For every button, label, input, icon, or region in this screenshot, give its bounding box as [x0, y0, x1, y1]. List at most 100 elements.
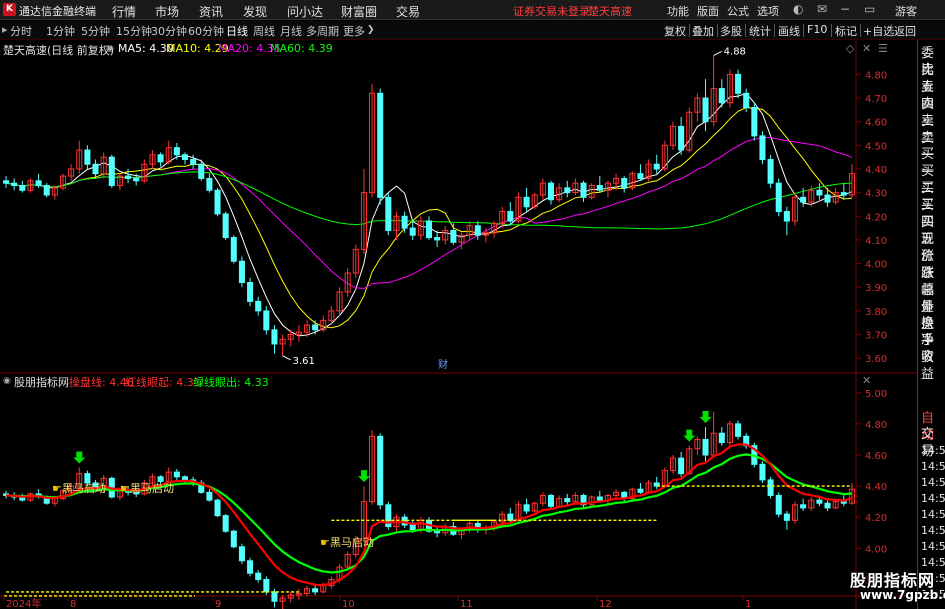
candle-down: [181, 154, 189, 161]
candle-down: [816, 189, 823, 196]
candle-down: [450, 229, 457, 243]
menu-news[interactable]: 资讯: [199, 3, 223, 20]
candle-down: [474, 225, 481, 236]
candle-down: [678, 125, 685, 151]
candle-down: [507, 211, 514, 222]
candle-down: [564, 187, 571, 194]
period-tab-more[interactable]: 更多: [343, 23, 365, 39]
candle-down: [214, 189, 221, 215]
y-tick-label: 3.80: [865, 307, 887, 318]
sub-candle-down: [409, 524, 416, 531]
tool-separator: [831, 24, 832, 37]
candle-down: [43, 185, 50, 196]
candle-down: [759, 135, 766, 161]
period-tab-5min[interactable]: 5分钟: [81, 23, 110, 39]
sub-candle-down: [596, 496, 603, 501]
candle-down: [222, 213, 229, 239]
menu-wealth[interactable]: 财富圈: [341, 3, 377, 20]
period-tab-1min[interactable]: 1分钟: [46, 23, 75, 39]
sub-candle-down: [824, 502, 831, 509]
candle-down: [735, 73, 742, 94]
tool-mark[interactable]: 标记: [835, 23, 857, 39]
menu-function[interactable]: 功能: [667, 3, 689, 19]
sub-candle-down: [181, 476, 189, 481]
menu-formula[interactable]: 公式: [727, 3, 749, 19]
menu-quotes[interactable]: 行情: [112, 3, 136, 20]
price-chart[interactable]: ☛ 黑马启动 ☛ 黑马启动☛ 黑马启动 4.804.704.604.504.404.30…: [0, 40, 917, 609]
candle-down: [751, 106, 758, 137]
sub-candle-down: [702, 438, 709, 456]
side-tick-time[interactable]: 14:56: [921, 442, 945, 459]
candle-down: [425, 220, 433, 239]
candle-down: [702, 97, 709, 123]
menu-market[interactable]: 市场: [155, 3, 179, 20]
period-tab-intraday[interactable]: 分时: [10, 23, 32, 39]
period-tab-30min[interactable]: 30分钟: [151, 23, 187, 39]
sub-candle-down: [255, 572, 262, 580]
menu-options[interactable]: 选项: [757, 3, 779, 19]
y-tick-label: 3.70: [865, 331, 887, 342]
period-arrow-icon[interactable]: ▸: [2, 23, 8, 36]
guest-login[interactable]: 游客: [895, 3, 917, 19]
candle-down: [190, 159, 197, 165]
side-tick-time[interactable]: 14:56: [921, 522, 945, 539]
tool-multistock[interactable]: 多股: [720, 23, 742, 39]
tool-add-watchlist[interactable]: +自选: [863, 23, 894, 39]
tool-adjust[interactable]: 复权: [664, 23, 686, 39]
tool-separator: [891, 24, 892, 37]
tool-stats[interactable]: 统计: [749, 23, 771, 39]
period-tab-weekly[interactable]: 周线: [253, 23, 275, 39]
side-tick-time[interactable]: 14:56: [921, 474, 945, 491]
sub-candle-down: [718, 432, 725, 444]
sub-candle-down: [783, 513, 790, 521]
y-tick-label: 4.10: [865, 236, 887, 247]
tool-f10[interactable]: F10: [807, 23, 827, 36]
candle-down: [133, 177, 140, 182]
x-tick-label: 1: [745, 599, 751, 609]
menu-layout[interactable]: 版面: [697, 3, 719, 19]
black-horse-signal: ☛ 黑马启动: [52, 482, 106, 495]
tool-back[interactable]: 返回: [894, 23, 916, 39]
y-tick-label: 4.60: [865, 118, 887, 129]
period-tab-monthly[interactable]: 月线: [280, 23, 302, 39]
x-tick-label: 8: [70, 599, 76, 609]
x-tick-label: 10: [342, 599, 355, 609]
menu-discover[interactable]: 发现: [243, 3, 267, 20]
candle-down: [637, 173, 644, 179]
candle-down: [580, 182, 587, 198]
minimize-icon[interactable]: −: [840, 2, 850, 16]
period-toolbar: ▸ 分时 1分钟 5分钟 15分钟 30分钟 60分钟 日线 周线 月线 多周期…: [0, 21, 945, 40]
period-tab-60min[interactable]: 60分钟: [188, 23, 224, 39]
sub-candle-down: [637, 488, 644, 493]
side-tick-time[interactable]: 14:56: [921, 538, 945, 555]
side-tick-time[interactable]: 14:56: [921, 458, 945, 475]
period-tab-multi[interactable]: 多周期: [306, 23, 339, 39]
y-tick-label: 3.90: [865, 283, 887, 294]
hand-pointer-icon: ☛: [320, 536, 330, 549]
side-tick-time[interactable]: 14:56: [921, 506, 945, 523]
candle-down: [523, 196, 530, 208]
more-chevron-icon[interactable]: ❯: [367, 25, 375, 35]
tool-overlay[interactable]: 叠加: [692, 23, 714, 39]
period-tab-daily[interactable]: 日线: [226, 23, 248, 39]
y-tick-label: 4.00: [865, 260, 887, 271]
login-warning[interactable]: 证券交易未登录: [513, 3, 590, 19]
side-label[interactable]: 收益: [921, 349, 945, 383]
menu-ask[interactable]: 问小达: [287, 3, 323, 20]
signal-label: 黑马启动: [130, 482, 174, 495]
side-tick-time[interactable]: 14:56: [921, 490, 945, 507]
period-tab-15min[interactable]: 15分钟: [116, 23, 152, 39]
sub-candle-down: [507, 513, 514, 521]
maximize-icon[interactable]: ▭: [864, 2, 875, 16]
skin-icon[interactable]: ◐: [793, 2, 803, 16]
tool-draw[interactable]: 画线: [778, 23, 800, 39]
title-menu-bar: K 通达信金融终端 行情 市场 资讯 发现 问小达 财富圈 交易 证券交易未登录…: [0, 0, 945, 20]
message-icon[interactable]: ✉: [817, 2, 827, 16]
candle-down: [11, 182, 18, 187]
sub-candle-down: [564, 498, 571, 503]
menu-trade[interactable]: 交易: [396, 3, 420, 20]
sub-candle-down: [767, 479, 774, 496]
y-tick-label: 3.60: [865, 354, 887, 365]
y-tick-label: 4.40: [865, 165, 887, 176]
candle-down: [19, 185, 26, 191]
